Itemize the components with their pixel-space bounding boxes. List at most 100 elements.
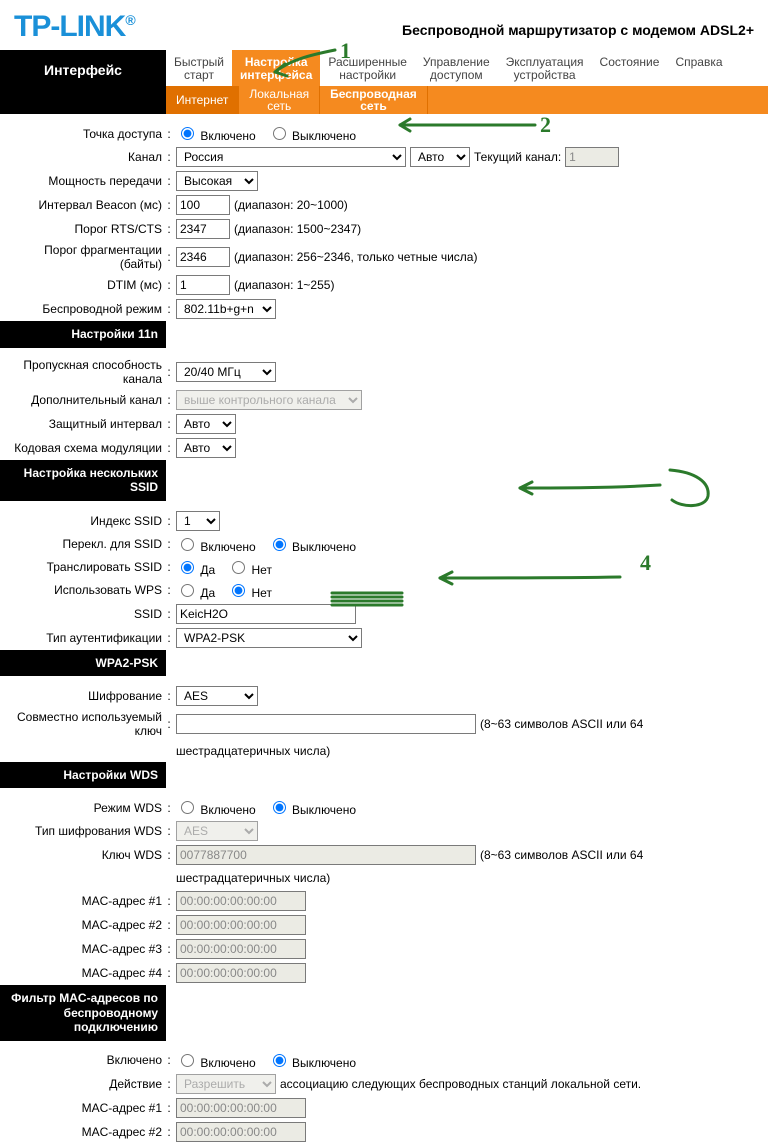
topnav-tab-3[interactable]: Управлениедоступом <box>415 50 498 86</box>
ssid-idx-select[interactable]: 1 <box>176 511 220 531</box>
mf-mac1-label: MAC-адрес #1 <box>6 1101 166 1115</box>
topnav-tab-5[interactable]: Состояние <box>592 50 668 86</box>
gi-label: Защитный интервал <box>6 417 166 431</box>
sidebar-head: Интерфейс <box>0 50 166 114</box>
subnav-tab-2[interactable]: Беспроводнаясеть <box>320 86 428 114</box>
ssid-idx-label: Индекс SSID <box>6 514 166 528</box>
rts-label: Порог RTS/CTS <box>6 222 166 236</box>
broadcast-label: Транслировать SSID <box>6 560 166 574</box>
psk-label: Совместно используемый ключ <box>6 710 166 738</box>
frag-input[interactable] <box>176 247 230 267</box>
perssid-label: Перекл. для SSID <box>6 537 166 551</box>
topnav-tab-6[interactable]: Справка <box>667 50 730 86</box>
channel-auto-select[interactable]: Авто <box>410 147 470 167</box>
mf-mac2-label: MAC-адрес #2 <box>6 1125 166 1139</box>
current-channel-value <box>565 147 619 167</box>
wds-mac3-label: MAC-адрес #3 <box>6 942 166 956</box>
rts-input[interactable] <box>176 219 230 239</box>
current-channel-label: Текущий канал: <box>474 150 561 164</box>
gi-select[interactable]: Авто <box>176 414 236 434</box>
wds-mac1-label: MAC-адрес #1 <box>6 894 166 908</box>
ap-on-radio[interactable] <box>181 127 194 140</box>
dtim-input[interactable] <box>176 275 230 295</box>
topnav-tab-4[interactable]: Эксплуатацияустройства <box>498 50 592 86</box>
section-wds: Настройки WDS <box>0 762 166 788</box>
enc-select[interactable]: AES <box>176 686 258 706</box>
section-mssid: Настройка нескольких SSID <box>0 460 166 501</box>
channel-label: Канал <box>6 150 166 164</box>
subnav-tab-0[interactable]: Интернет <box>166 86 239 114</box>
sub-nav: ИнтернетЛокальнаясетьБеспроводнаясеть <box>166 86 768 114</box>
beacon-label: Интервал Beacon (мс) <box>6 198 166 212</box>
mf-enabled-label: Включено <box>6 1053 166 1067</box>
frag-hint: (диапазон: 256~2346, только четные числа… <box>234 250 477 264</box>
wds-key-hint1: (8~63 символов ASCII или 64 <box>480 848 643 862</box>
beacon-input[interactable] <box>176 195 230 215</box>
topnav-tab-2[interactable]: Расширенныенастройки <box>320 50 415 86</box>
mf-on-radio[interactable] <box>181 1054 194 1067</box>
wds-mac1-input <box>176 891 306 911</box>
brand-logo: TP-LINK® <box>14 10 135 44</box>
subnav-tab-1[interactable]: Локальнаясеть <box>239 86 320 114</box>
bcast-no-radio[interactable] <box>232 561 245 574</box>
wds-mac4-label: MAC-адрес #4 <box>6 966 166 980</box>
dtim-hint: (диапазон: 1~255) <box>234 278 334 292</box>
content-area: Точка доступа : Включено Выключено Канал… <box>0 114 768 1143</box>
perssid-on-radio[interactable] <box>181 538 194 551</box>
extch-label: Дополнительный канал <box>6 393 166 407</box>
wds-off-radio[interactable] <box>273 801 286 814</box>
mf-off-radio[interactable] <box>273 1054 286 1067</box>
channel-country-select[interactable]: Россия <box>176 147 406 167</box>
bcast-yes-radio[interactable] <box>181 561 194 574</box>
section-wpa: WPA2-PSK <box>0 650 166 676</box>
wds-key-input <box>176 845 476 865</box>
wds-mac3-input <box>176 939 306 959</box>
wds-key-label: Ключ WDS <box>6 848 166 862</box>
top-nav: БыстрыйстартНастройкаинтерфейсаРасширенн… <box>166 50 768 86</box>
wps-no-radio[interactable] <box>232 584 245 597</box>
ssid-input[interactable] <box>176 604 356 624</box>
perssid-off-radio[interactable] <box>273 538 286 551</box>
product-title: Беспроводной маршрутизатор с модемом ADS… <box>402 10 754 38</box>
topnav-tab-1[interactable]: Настройкаинтерфейса <box>232 50 320 86</box>
wmode-label: Беспроводной режим <box>6 302 166 316</box>
section-macfilter: Фильтр MAC-адресов по беспроводному подк… <box>0 985 166 1040</box>
ap-label: Точка доступа <box>6 127 166 141</box>
wps-label: Использовать WPS <box>6 583 166 597</box>
wds-on-radio[interactable] <box>181 801 194 814</box>
mf-action-label: Действие <box>6 1077 166 1091</box>
mf-action-hint: ассоциацию следующих беспроводных станци… <box>280 1077 641 1091</box>
auth-label: Тип аутентификации <box>6 631 166 645</box>
beacon-hint: (диапазон: 20~1000) <box>234 198 348 212</box>
tx-power-select[interactable]: Высокая <box>176 171 258 191</box>
psk-hint1: (8~63 символов ASCII или 64 <box>480 717 643 731</box>
rts-hint: (диапазон: 1500~2347) <box>234 222 361 236</box>
psk-hint2: шестрадцатеричных числа) <box>176 744 330 758</box>
auth-select[interactable]: WPA2-PSK <box>176 628 362 648</box>
sidebar-title: Интерфейс <box>0 50 166 90</box>
ap-off-radio[interactable] <box>273 127 286 140</box>
enc-label: Шифрование <box>6 689 166 703</box>
ssid-label: SSID <box>6 607 166 621</box>
label-on: Включено <box>200 129 255 143</box>
mf-mac1-input <box>176 1098 306 1118</box>
psk-input[interactable] <box>176 714 476 734</box>
wds-enc-label: Тип шифрования WDS <box>6 824 166 838</box>
topnav-tab-0[interactable]: Быстрыйстарт <box>166 50 232 86</box>
wds-mode-label: Режим WDS <box>6 801 166 815</box>
section-11n: Настройки 11n <box>0 321 166 347</box>
wds-key-hint2: шестрадцатеричных числа) <box>176 871 330 885</box>
dtim-label: DTIM (мс) <box>6 278 166 292</box>
wps-yes-radio[interactable] <box>181 584 194 597</box>
mcs-select[interactable]: Авто <box>176 438 236 458</box>
mf-mac2-input <box>176 1122 306 1142</box>
label-off: Выключено <box>292 129 356 143</box>
wds-enc-select: AES <box>176 821 258 841</box>
wds-mac2-label: MAC-адрес #2 <box>6 918 166 932</box>
wmode-select[interactable]: 802.11b+g+n <box>176 299 276 319</box>
bw-select[interactable]: 20/40 МГц <box>176 362 276 382</box>
header: TP-LINK® Беспроводной маршрутизатор с мо… <box>0 0 768 50</box>
extch-select: выше контрольного канала <box>176 390 362 410</box>
mcs-label: Кодовая схема модуляции <box>6 441 166 455</box>
tx-power-label: Мощность передачи <box>6 174 166 188</box>
